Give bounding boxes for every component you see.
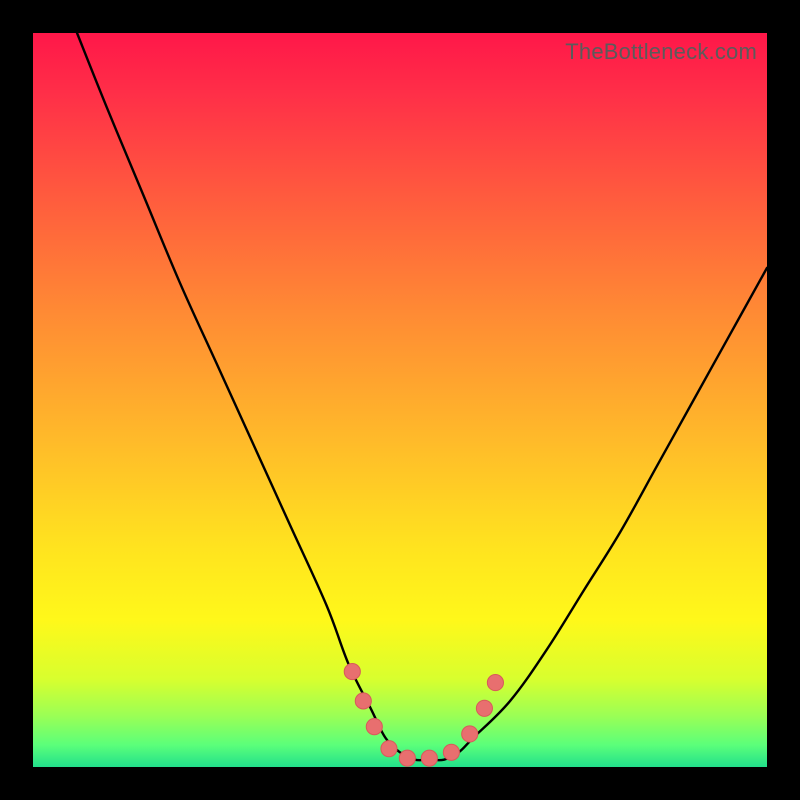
curve-marker [381,741,397,757]
curve-marker [443,744,459,760]
curve-marker [344,664,360,680]
curve-marker [487,675,503,691]
curve-marker [421,750,437,766]
curve-marker [462,726,478,742]
plot-area: TheBottleneck.com [33,33,767,767]
curve-marker [355,693,371,709]
bottleneck-curve [77,33,767,760]
curve-layer [33,33,767,767]
curve-markers [344,664,503,767]
curve-marker [476,700,492,716]
curve-marker [399,750,415,766]
curve-marker [366,719,382,735]
chart-frame: TheBottleneck.com [0,0,800,800]
